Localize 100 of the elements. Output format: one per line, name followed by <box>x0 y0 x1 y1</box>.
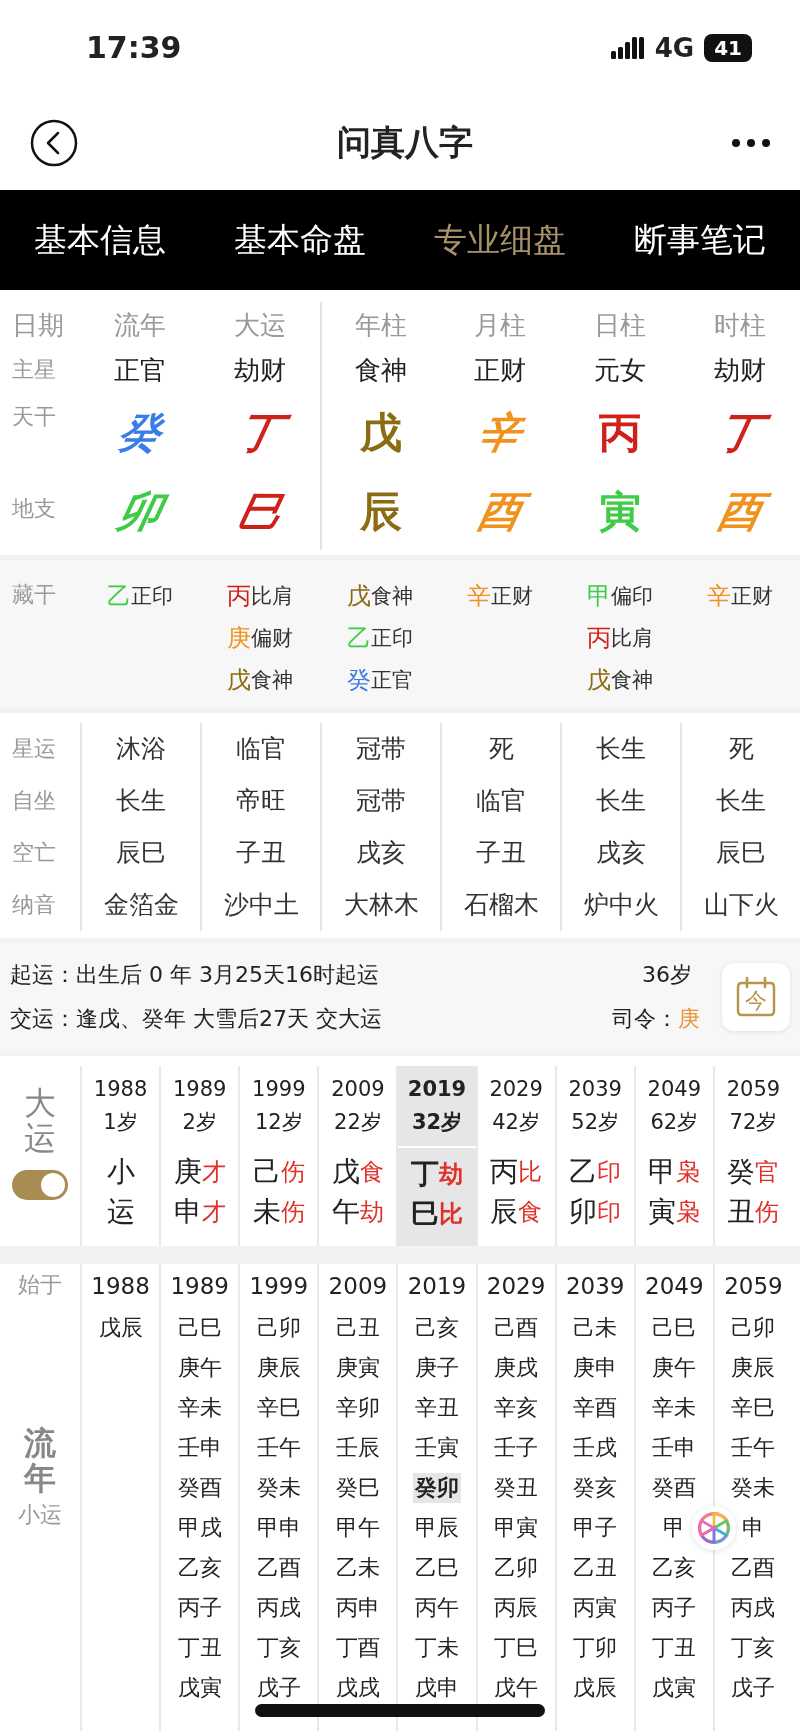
year-pillar[interactable]: 丁酉 <box>333 1633 382 1663</box>
luck-column[interactable]: 2059 72岁 癸官 丑伤 <box>712 1066 792 1246</box>
year-pillar[interactable]: 庚寅 <box>333 1353 382 1383</box>
year-pillar[interactable]: 丙午 <box>413 1593 461 1623</box>
year-pillar[interactable]: 申 <box>740 1513 767 1543</box>
year-pillar[interactable]: 戊午 <box>492 1673 541 1703</box>
back-icon[interactable] <box>30 118 78 167</box>
year-pillar[interactable]: 庚申 <box>571 1353 620 1383</box>
year-pillar[interactable]: 辛巳 <box>729 1393 778 1423</box>
year-pillar[interactable]: 甲申 <box>254 1513 303 1543</box>
year-pillar[interactable]: 壬辰 <box>333 1433 382 1463</box>
year-pillar[interactable]: 辛丑 <box>413 1393 461 1423</box>
luck-column[interactable]: 1989 2岁 庚才 申 才 <box>159 1066 239 1246</box>
year-pillar[interactable]: 戊寅 <box>650 1673 699 1703</box>
year-pillar[interactable]: 戊戌 <box>333 1673 382 1703</box>
year-pillar[interactable]: 庚午 <box>175 1353 224 1383</box>
year-pillar[interactable]: 乙亥 <box>650 1553 699 1583</box>
hidden-stem: 辛 <box>707 581 731 612</box>
year-pillar[interactable]: 己巳 <box>650 1313 699 1343</box>
year-pillar[interactable]: 辛酉 <box>571 1393 620 1423</box>
year-pillar[interactable]: 辛亥 <box>492 1393 541 1423</box>
year-pillar[interactable]: 戊辰 <box>96 1313 145 1343</box>
year-pillar[interactable]: 乙卯 <box>492 1553 541 1583</box>
year-pillar[interactable]: 癸巳 <box>333 1473 382 1503</box>
luck-column[interactable]: 1999 12岁 己伤 未伤 <box>238 1066 318 1246</box>
year-pillar[interactable]: 甲子 <box>571 1513 620 1543</box>
year-pillar[interactable]: 甲寅 <box>492 1513 541 1543</box>
year-pillar[interactable]: 癸酉 <box>175 1473 224 1503</box>
year-pillar[interactable]: 癸卯 <box>413 1473 461 1503</box>
year-pillar[interactable]: 壬申 <box>175 1433 224 1463</box>
year-pillar[interactable]: 戊辰 <box>571 1673 620 1703</box>
year-pillar[interactable]: 癸未 <box>254 1473 303 1503</box>
tab[interactable]: 专业细盘 <box>430 209 570 271</box>
year-pillar[interactable]: 戊子 <box>254 1673 303 1703</box>
luck-column[interactable]: 1988 1岁 小 运 <box>80 1066 160 1246</box>
year-pillar[interactable]: 丁丑 <box>650 1633 699 1663</box>
year-pillar[interactable]: 乙丑 <box>571 1553 620 1583</box>
year-pillar[interactable]: 己酉 <box>492 1313 541 1343</box>
start-year: 1988 <box>91 1272 150 1301</box>
year-pillar[interactable]: 辛未 <box>175 1393 224 1423</box>
year-pillar[interactable]: 庚辰 <box>729 1353 778 1383</box>
year-pillar[interactable]: 乙亥 <box>175 1553 224 1583</box>
luck-column[interactable]: 2029 42岁 丙比 辰食 <box>475 1066 555 1246</box>
year-pillar[interactable]: 丙子 <box>650 1593 699 1623</box>
luck-column[interactable]: 2019 32岁 丁劫 巳比 <box>396 1066 476 1246</box>
year-pillar[interactable]: 丙辰 <box>492 1593 541 1623</box>
earthly-branch: 寅 <box>599 486 641 538</box>
year-pillar[interactable]: 癸酉 <box>650 1473 699 1503</box>
year-pillar[interactable]: 庚戌 <box>492 1353 541 1383</box>
year-pillar[interactable]: 丙戌 <box>254 1593 303 1623</box>
year-pillar[interactable]: 庚子 <box>413 1353 461 1383</box>
year-pillar[interactable]: 丁未 <box>413 1633 461 1663</box>
year-pillar[interactable]: 庚午 <box>650 1353 699 1383</box>
year-pillar[interactable]: 乙酉 <box>254 1553 303 1583</box>
year-pillar[interactable]: 戊寅 <box>175 1673 224 1703</box>
year-pillar[interactable]: 壬子 <box>492 1433 541 1463</box>
ten-god-label: 劫财 <box>714 354 766 387</box>
year-pillar[interactable]: 甲 <box>661 1513 688 1543</box>
year-pillar[interactable]: 癸未 <box>729 1473 778 1503</box>
year-pillar[interactable]: 丙寅 <box>571 1593 620 1623</box>
toggle-switch[interactable] <box>12 1170 68 1201</box>
year-pillar[interactable]: 辛未 <box>650 1393 699 1423</box>
more-icon[interactable] <box>732 138 770 147</box>
year-pillar[interactable]: 癸亥 <box>571 1473 620 1503</box>
year-pillar[interactable]: 乙巳 <box>413 1553 461 1583</box>
year-pillar[interactable]: 己卯 <box>729 1313 778 1343</box>
luck-column[interactable]: 2049 62岁 甲 枭 寅枭 <box>633 1066 713 1246</box>
year-pillar[interactable]: 丁卯 <box>571 1633 620 1663</box>
tab[interactable]: 基本命盘 <box>230 209 370 271</box>
year-pillar[interactable]: 甲戌 <box>175 1513 224 1543</box>
year-pillar[interactable]: 己卯 <box>254 1313 303 1343</box>
year-pillar[interactable]: 戊申 <box>413 1673 461 1703</box>
year-pillar[interactable]: 甲辰 <box>413 1513 461 1543</box>
tab[interactable]: 断事笔记 <box>630 209 770 271</box>
luck-column[interactable]: 2039 52岁 乙印 卯印 <box>554 1066 634 1246</box>
year-pillar[interactable]: 己巳 <box>175 1313 224 1343</box>
year-pillar[interactable]: 壬寅 <box>413 1433 461 1463</box>
year-pillar[interactable]: 壬午 <box>254 1433 303 1463</box>
year-pillar[interactable]: 壬午 <box>729 1433 778 1463</box>
year-pillar[interactable]: 丙申 <box>333 1593 382 1623</box>
year-pillar[interactable]: 乙酉 <box>729 1553 778 1583</box>
year-pillar[interactable]: 丁亥 <box>254 1633 303 1663</box>
year-pillar[interactable]: 己丑 <box>333 1313 382 1343</box>
year-pillar[interactable]: 丙子 <box>175 1593 224 1623</box>
year-pillar[interactable]: 壬戌 <box>571 1433 620 1463</box>
year-pillar[interactable]: 丙戌 <box>729 1593 778 1623</box>
year-pillar[interactable]: 乙未 <box>333 1553 382 1583</box>
year-pillar[interactable]: 庚辰 <box>254 1353 303 1383</box>
year-pillar[interactable]: 癸丑 <box>492 1473 541 1503</box>
year-pillar[interactable]: 戊子 <box>729 1673 778 1703</box>
year-pillar[interactable]: 丁亥 <box>729 1633 778 1663</box>
year-pillar[interactable]: 辛巳 <box>254 1393 303 1423</box>
year-pillar[interactable]: 丁巳 <box>492 1633 541 1663</box>
year-pillar[interactable]: 己未 <box>571 1313 620 1343</box>
year-pillar[interactable]: 己亥 <box>413 1313 461 1343</box>
year-pillar[interactable]: 壬申 <box>650 1433 699 1463</box>
year-pillar[interactable]: 丁丑 <box>175 1633 224 1663</box>
year-pillar[interactable]: 甲午 <box>333 1513 382 1543</box>
tab[interactable]: 基本信息 <box>30 209 170 271</box>
year-pillar[interactable]: 辛卯 <box>333 1393 382 1423</box>
